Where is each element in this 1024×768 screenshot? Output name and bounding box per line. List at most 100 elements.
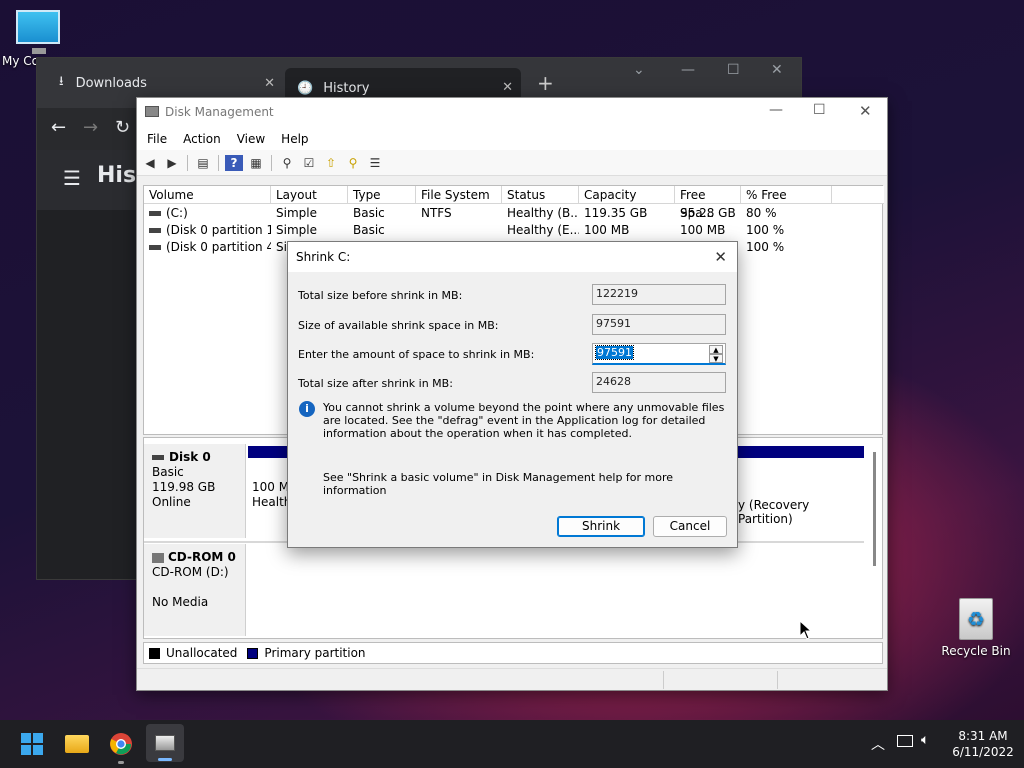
- volume-icon[interactable]: 🔈︎: [921, 732, 929, 748]
- maximize-icon[interactable]: ☐: [813, 102, 826, 118]
- maximize-icon[interactable]: ☐: [727, 62, 740, 78]
- recycle-bin-icon: ♻: [959, 598, 993, 640]
- legend-swatch-unallocated: [149, 647, 160, 659]
- forward-icon[interactable]: ▶: [163, 155, 181, 171]
- shrink-amount-label: Enter the amount of space to shrink in M…: [298, 348, 535, 361]
- up-icon[interactable]: ⇧: [322, 155, 340, 171]
- folder-icon: [65, 735, 89, 753]
- help-text: See "Shrink a basic volume" in Disk Mana…: [323, 471, 674, 497]
- shrink-button[interactable]: Shrink: [557, 516, 645, 537]
- clock[interactable]: 8:31 AM 6/11/2022: [950, 728, 1016, 760]
- connect-icon[interactable]: ⚲: [278, 155, 296, 171]
- close-icon[interactable]: ✕: [714, 242, 727, 272]
- available-space-value: 97591: [592, 314, 726, 335]
- shrink-dialog: Shrink C: ✕ Total size before shrink in …: [287, 241, 738, 548]
- spin-up-button[interactable]: ▲: [709, 345, 723, 354]
- minimize-icon[interactable]: —: [681, 62, 695, 78]
- column-header-percent-free[interactable]: % Free: [741, 186, 832, 204]
- disk-management-icon: [145, 106, 159, 117]
- total-before-value: 122219: [592, 284, 726, 305]
- download-icon: ⭳: [59, 74, 64, 89]
- total-before-label: Total size before shrink in MB:: [298, 289, 463, 302]
- legend-label-unallocated: Unallocated: [166, 646, 238, 660]
- tab-search-icon[interactable]: ⌄: [633, 62, 645, 78]
- total-after-value: 24628: [592, 372, 726, 393]
- menu-help[interactable]: Help: [281, 132, 308, 146]
- menu-bar: File Action View Help: [137, 128, 887, 150]
- check-icon[interactable]: ☑: [300, 155, 318, 171]
- window-title: Disk Management: [165, 105, 274, 119]
- disk-management-taskbar-button[interactable]: [146, 724, 184, 762]
- new-tab-button[interactable]: +: [537, 68, 554, 98]
- dialog-titlebar: Shrink C: ✕: [288, 242, 737, 272]
- window-titlebar: Disk Management — ☐ ✕: [137, 98, 887, 128]
- legend-swatch-primary: [247, 647, 259, 659]
- menu-action[interactable]: Action: [183, 132, 221, 146]
- tab-label: History: [323, 80, 370, 96]
- history-icon: 🕘: [297, 80, 314, 96]
- close-icon[interactable]: ✕: [502, 80, 513, 95]
- legend: Unallocated Primary partition: [143, 642, 883, 664]
- file-explorer-button[interactable]: [61, 728, 93, 760]
- clock-time: 8:31 AM: [958, 729, 1008, 743]
- partition-recovery[interactable]: y (Recovery Partition): [738, 498, 864, 526]
- column-header-capacity[interactable]: Capacity: [579, 186, 675, 204]
- mouse-cursor-icon: [799, 620, 813, 640]
- back-icon[interactable]: ◀: [141, 155, 159, 171]
- forward-icon[interactable]: →: [83, 117, 98, 138]
- minimize-icon[interactable]: —: [769, 102, 783, 118]
- shrink-amount-input[interactable]: 97591: [595, 345, 634, 360]
- list-icon[interactable]: ☰: [366, 155, 384, 171]
- partition-1[interactable]: 100 M Health: [252, 480, 291, 510]
- menu-view[interactable]: View: [237, 132, 265, 146]
- reload-icon[interactable]: ↻: [115, 117, 130, 138]
- disk-management-icon: [155, 735, 175, 751]
- volume-icon: [149, 245, 161, 250]
- desktop-icon-recycle-bin[interactable]: ♻ Recycle Bin: [938, 598, 1014, 658]
- desktop-icon-label: Recycle Bin: [941, 644, 1011, 658]
- status-bar: [137, 668, 887, 690]
- volume-icon: [149, 211, 161, 216]
- total-after-label: Total size after shrink in MB:: [298, 377, 453, 390]
- column-header-layout[interactable]: Layout: [271, 186, 348, 204]
- start-button[interactable]: [16, 728, 48, 760]
- network-icon[interactable]: [897, 735, 913, 747]
- cdrom-0-label[interactable]: CD-ROM 0 CD-ROM (D:) No Media: [144, 544, 246, 636]
- available-space-label: Size of available shrink space in MB:: [298, 319, 499, 332]
- column-header-file-system[interactable]: File System: [416, 186, 502, 204]
- menu-icon[interactable]: ☰: [63, 166, 81, 190]
- legend-label-primary: Primary partition: [264, 646, 366, 660]
- spin-down-button[interactable]: ▼: [709, 354, 723, 363]
- dialog-title: Shrink C:: [296, 250, 351, 264]
- vertical-scrollbar[interactable]: [873, 452, 876, 566]
- shrink-amount-stepper[interactable]: 97591 ▲ ▼: [592, 343, 726, 365]
- close-icon[interactable]: ✕: [859, 102, 872, 120]
- column-header-type[interactable]: Type: [348, 186, 416, 204]
- clock-date: 6/11/2022: [952, 745, 1014, 759]
- monitor-icon: [16, 10, 60, 44]
- disk-0-label[interactable]: Disk 0 Basic 119.98 GB Online: [144, 444, 246, 538]
- cd-icon: [152, 552, 164, 563]
- help-icon[interactable]: ?: [225, 154, 243, 171]
- disk-icon: [152, 455, 164, 460]
- close-icon[interactable]: ✕: [264, 76, 275, 91]
- chrome-button[interactable]: [105, 728, 137, 764]
- windows-logo-icon: [21, 733, 43, 755]
- volume-icon: [149, 228, 161, 233]
- chevron-up-icon[interactable]: ︿: [871, 734, 885, 754]
- column-header-volume[interactable]: Volume: [144, 186, 271, 204]
- search-icon[interactable]: ⚲: [344, 155, 362, 171]
- column-header-status[interactable]: Status: [502, 186, 579, 204]
- show-hide-tree-icon[interactable]: ▤: [194, 155, 212, 171]
- cancel-button[interactable]: Cancel: [653, 516, 727, 537]
- tab-downloads[interactable]: ⭳ Downloads ✕: [47, 68, 283, 98]
- tab-label: Downloads: [75, 75, 147, 91]
- info-icon: i: [299, 401, 315, 417]
- properties-icon[interactable]: ▦: [247, 155, 265, 171]
- back-icon[interactable]: ←: [51, 117, 66, 138]
- chrome-icon: [110, 733, 132, 755]
- info-text: You cannot shrink a volume beyond the po…: [323, 401, 725, 440]
- column-header-free-space[interactable]: Free Spa...: [675, 186, 741, 220]
- menu-file[interactable]: File: [147, 132, 167, 146]
- close-icon[interactable]: ✕: [771, 62, 783, 78]
